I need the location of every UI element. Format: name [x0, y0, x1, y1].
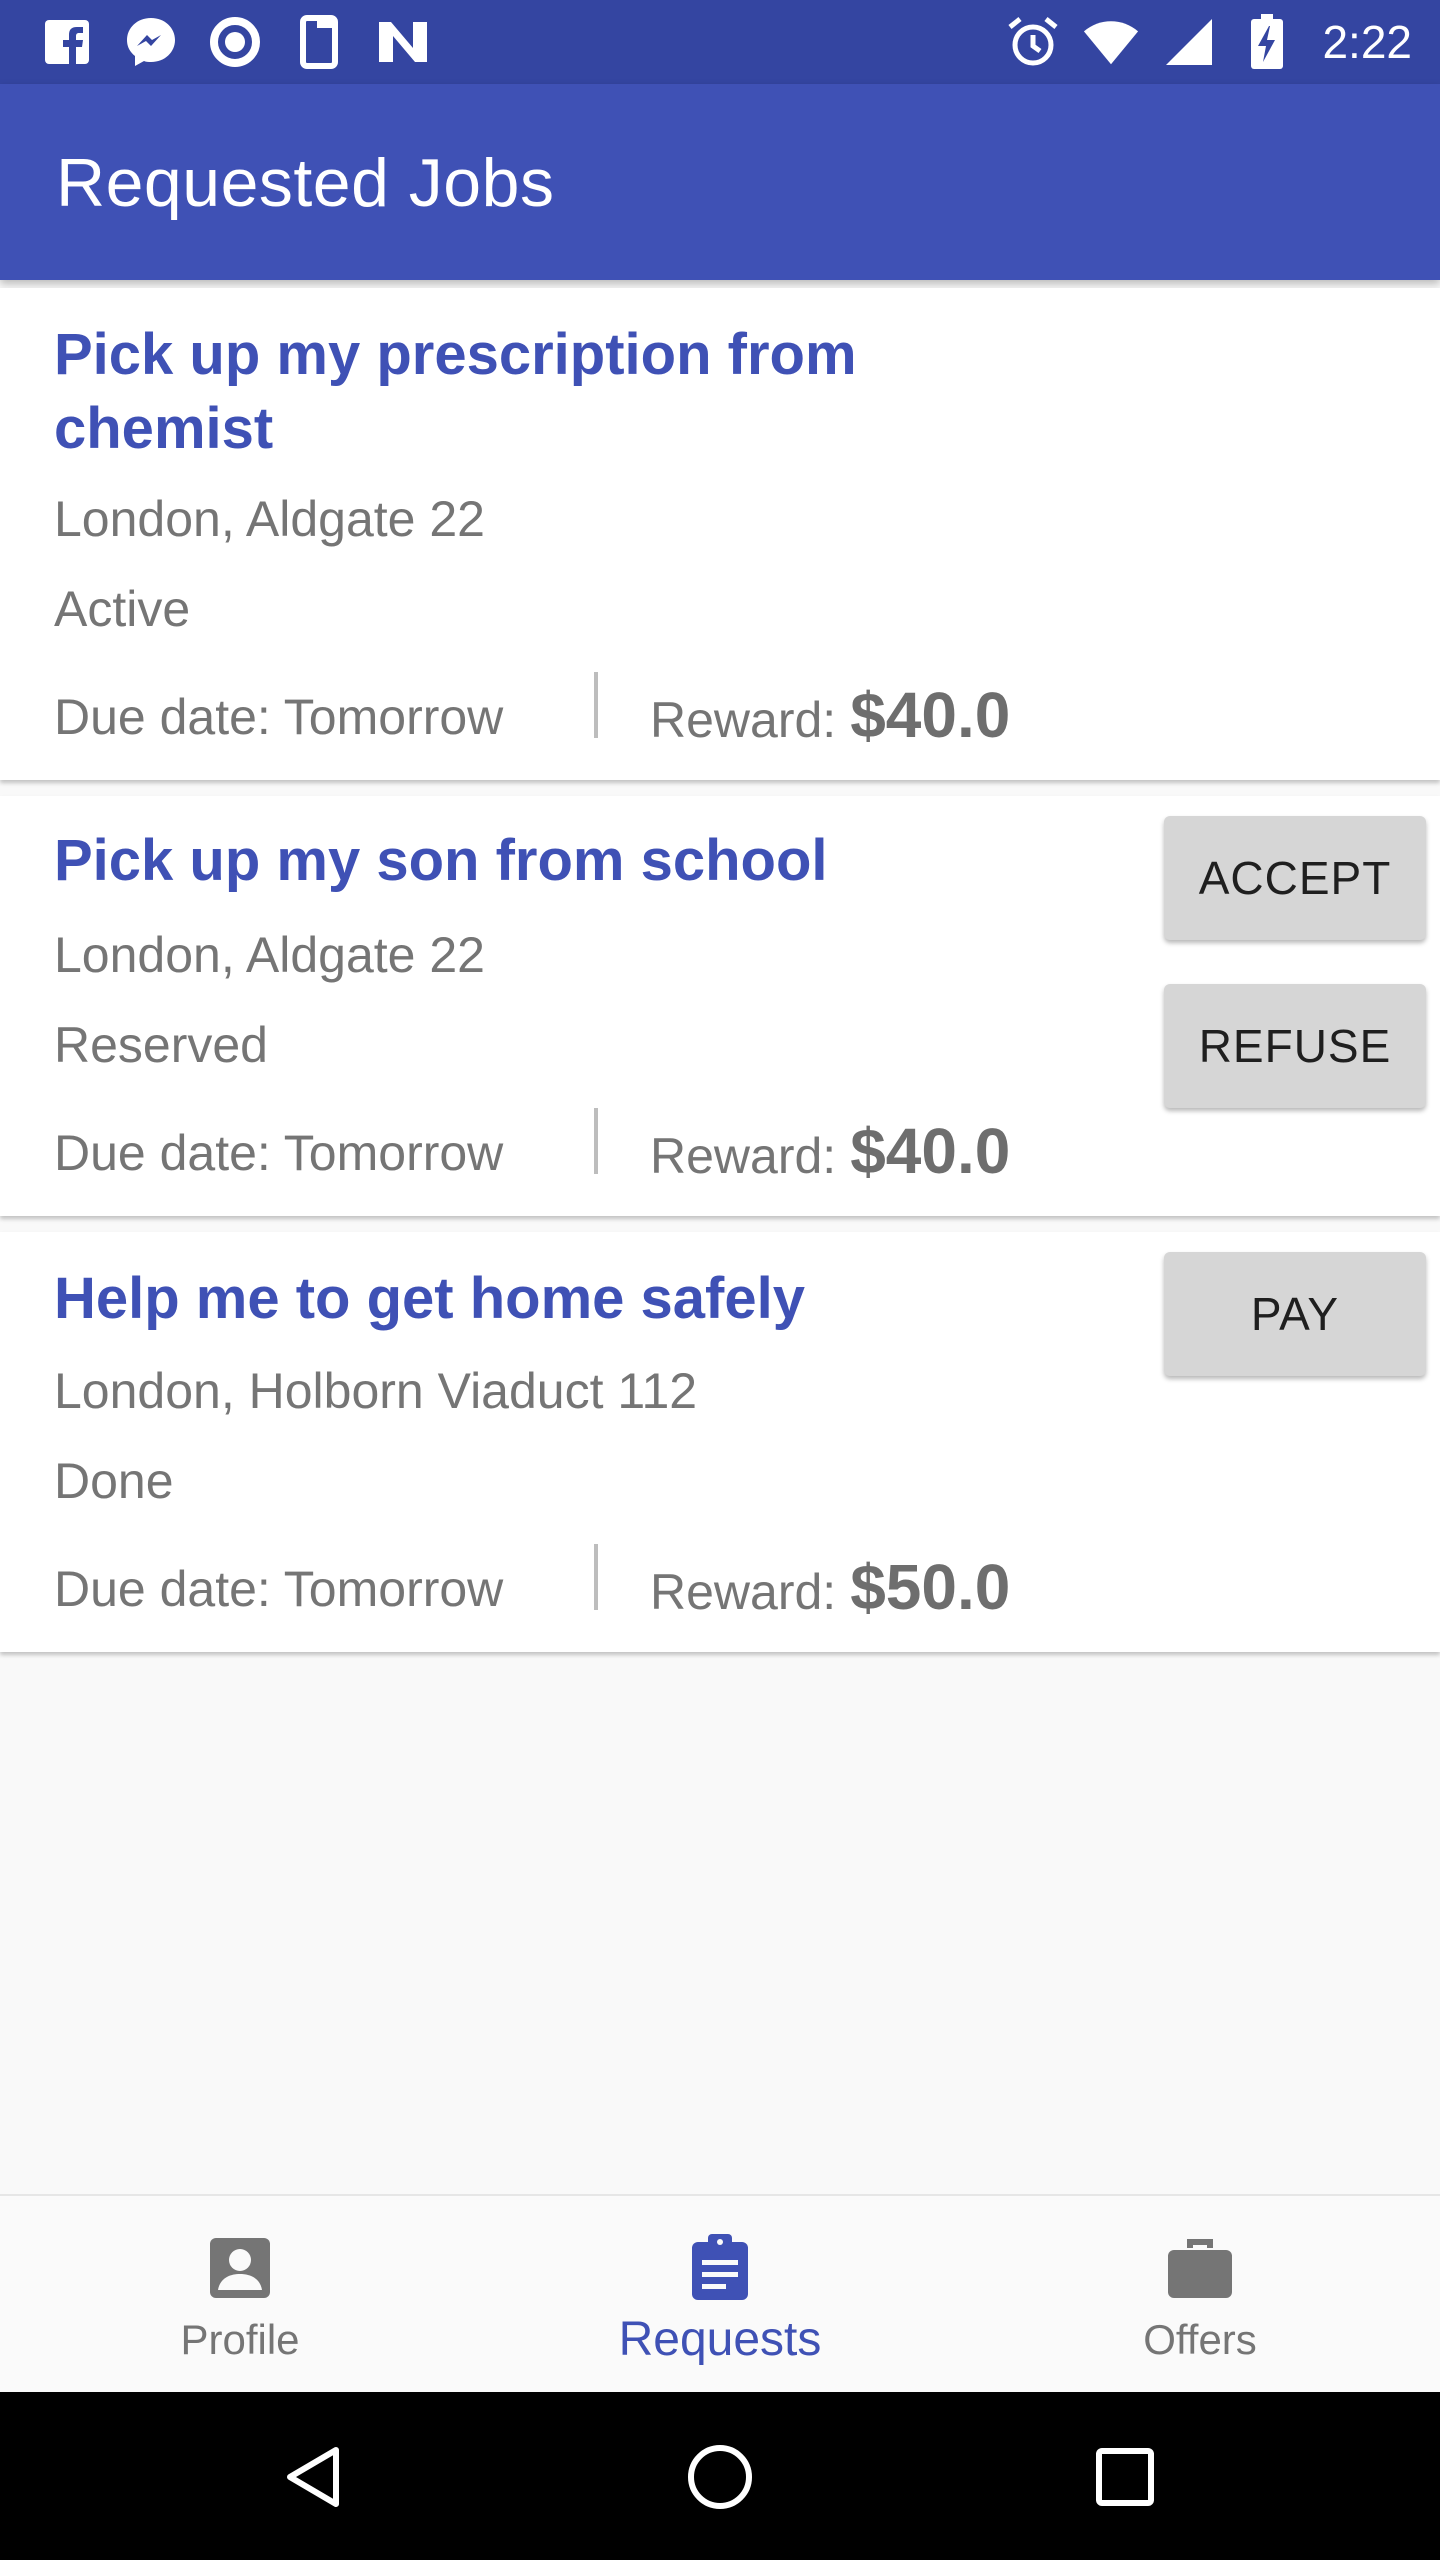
system-navigation-bar — [0, 2392, 1440, 2560]
job-status: Active — [54, 581, 191, 637]
nav-item-requests[interactable]: Requests — [520, 2196, 920, 2394]
job-due-date: Due date: Tomorrow — [54, 1561, 504, 1617]
reward-label: Reward: — [650, 1128, 837, 1184]
job-reward: Reward: $40.0 — [650, 1114, 1010, 1188]
job-title: Pick up my prescription from chemist — [54, 322, 857, 461]
facebook-icon — [38, 14, 96, 70]
reward-value: $50.0 — [850, 1551, 1011, 1623]
refuse-button[interactable]: REFUSE — [1164, 984, 1426, 1108]
job-status: Reserved — [54, 1017, 268, 1073]
alarm-icon — [1004, 14, 1062, 70]
job-location: London, Aldgate 22 — [54, 927, 485, 983]
system-status-icons: 2:22 — [1004, 14, 1412, 70]
signal-icon — [1160, 14, 1218, 70]
reward-value: $40.0 — [850, 679, 1011, 751]
battery-charging-icon — [1238, 14, 1296, 70]
job-location: London, Aldgate 22 — [54, 491, 485, 547]
job-card[interactable]: Help me to get home safely London, Holbo… — [0, 1232, 1440, 1652]
job-reward: Reward: $50.0 — [650, 1550, 1010, 1624]
briefcase-icon — [1168, 2239, 1232, 2298]
clock: 2:22 — [1322, 16, 1412, 68]
divider — [594, 672, 598, 738]
home-icon[interactable] — [675, 2432, 765, 2522]
job-status: Done — [54, 1453, 174, 1509]
job-title: Pick up my son from school — [54, 828, 828, 893]
reward-label: Reward: — [650, 692, 837, 748]
recents-icon[interactable] — [1080, 2432, 1170, 2522]
status-bar: 2:22 — [0, 0, 1440, 84]
app-bar: Requested Jobs — [0, 84, 1440, 280]
nav-item-offers[interactable]: Offers — [1000, 2196, 1400, 2394]
notification-icons — [38, 14, 432, 70]
reward-label: Reward: — [650, 1564, 837, 1620]
nav-label-requests: Requests — [618, 2313, 822, 2366]
job-due-date: Due date: Tomorrow — [54, 1125, 504, 1181]
wifi-icon — [1082, 14, 1140, 70]
page-title: Requested Jobs — [56, 145, 555, 221]
job-card[interactable]: Pick up my prescription from chemist Lon… — [0, 288, 1440, 780]
accept-button[interactable]: ACCEPT — [1164, 816, 1426, 940]
circle-app-icon — [206, 14, 264, 70]
divider — [594, 1544, 598, 1610]
job-title: Help me to get home safely — [54, 1266, 805, 1331]
job-due-date: Due date: Tomorrow — [54, 689, 504, 745]
nav-label-profile: Profile — [180, 2316, 300, 2363]
nav-item-profile[interactable]: Profile — [40, 2196, 440, 2394]
nav-label-offers: Offers — [1143, 2316, 1257, 2363]
back-icon[interactable] — [268, 2432, 358, 2522]
messenger-icon — [122, 14, 180, 70]
job-location: London, Holborn Viaduct 112 — [54, 1363, 698, 1419]
job-card[interactable]: Pick up my son from school London, Aldga… — [0, 796, 1440, 1216]
phone-outline-icon — [290, 14, 348, 70]
divider — [594, 1108, 598, 1174]
job-reward: Reward: $40.0 — [650, 678, 1010, 752]
clipboard-icon — [692, 2234, 748, 2300]
bottom-navigation: Profile Requests Offers — [0, 2194, 1440, 2394]
profile-icon — [210, 2238, 270, 2298]
pay-button[interactable]: PAY — [1164, 1252, 1426, 1376]
n-app-icon — [374, 14, 432, 70]
reward-value: $40.0 — [850, 1115, 1011, 1187]
